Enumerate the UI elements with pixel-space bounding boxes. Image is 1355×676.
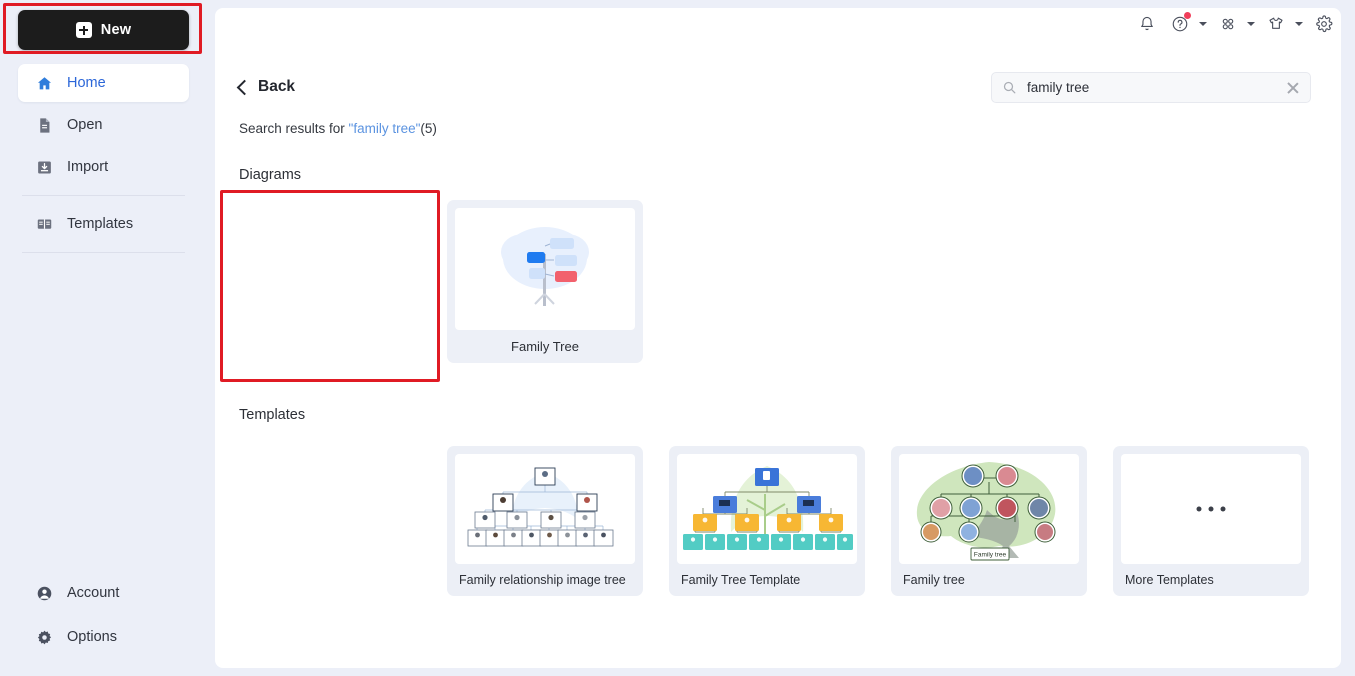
notification-bell-button[interactable] (1132, 10, 1162, 38)
new-button-container: New (0, 0, 207, 50)
sidebar-item-templates[interactable]: Templates (18, 205, 189, 243)
template-card-more-templates[interactable]: More Templates (1113, 446, 1309, 596)
template-card-family-tree-template[interactable]: Family Tree Template (669, 446, 865, 596)
gear-icon (36, 629, 53, 646)
template-card-label: Family relationship image tree (459, 573, 626, 587)
ellipsis-icon (1196, 506, 1226, 512)
sidebar-bottom-nav: Account Options (0, 574, 207, 676)
theme-button[interactable] (1261, 10, 1291, 38)
chevron-down-icon[interactable] (1199, 22, 1207, 26)
color-org-tree-icon (683, 466, 853, 550)
help-button[interactable] (1165, 10, 1195, 38)
content-panel: Back Search results for "family tree"(5)… (215, 8, 1341, 668)
bell-icon (1138, 15, 1156, 33)
template-card-label: Family tree (903, 573, 965, 587)
template-thumbnail (455, 454, 635, 564)
apps-grid-button[interactable] (1213, 10, 1243, 38)
settings-button[interactable] (1309, 10, 1339, 38)
apps-grid-icon (1219, 15, 1237, 33)
sidebar-item-home[interactable]: Home (18, 64, 189, 102)
main-area: Back Search results for "family tree"(5)… (207, 0, 1355, 676)
diagram-card-label: Family Tree (511, 339, 579, 354)
sidebar-divider (22, 252, 185, 253)
chevron-down-icon[interactable] (1295, 22, 1303, 26)
sidebar-item-account[interactable]: Account (18, 574, 189, 612)
new-button[interactable]: New (18, 10, 189, 50)
sidebar-item-label: Home (67, 75, 106, 91)
search-results-view: Back Search results for "family tree"(5)… (215, 8, 1341, 668)
templates-icon (36, 216, 53, 233)
template-thumbnail (1121, 454, 1301, 564)
chevron-down-icon[interactable] (1247, 22, 1255, 26)
sidebar: New Home Open Import Templates Account O… (0, 0, 207, 676)
portrait-org-tree-icon (467, 467, 614, 547)
sidebar-item-import[interactable]: Import (18, 148, 189, 186)
sidebar-item-open[interactable]: Open (18, 106, 189, 144)
template-card-family-relationship-image-tree[interactable]: Family relationship image tree (447, 446, 643, 596)
section-title-templates: Templates (239, 407, 306, 423)
new-button-label: New (100, 22, 132, 38)
diagram-thumbnail (455, 208, 635, 330)
home-icon (36, 75, 53, 92)
topbar-icons (1132, 10, 1339, 38)
notification-dot-icon (1184, 12, 1191, 19)
theme-shirt-icon (1267, 15, 1285, 33)
template-thumbnail: Family tree (899, 454, 1079, 564)
template-card-label: More Templates (1125, 573, 1214, 587)
template-thumbnail (677, 454, 857, 564)
document-icon (36, 117, 53, 134)
results-prefix: Search results for (239, 121, 349, 136)
sidebar-item-label: Import (67, 159, 109, 175)
search-box[interactable] (991, 72, 1311, 103)
svg-text:Family tree: Family tree (974, 552, 1007, 559)
sidebar-item-label: Open (67, 117, 103, 133)
import-icon (36, 159, 53, 176)
account-icon (36, 585, 53, 602)
sidebar-nav: Home Open Import Templates (0, 64, 207, 262)
chevron-left-icon (236, 79, 253, 95)
section-title-diagrams: Diagrams (239, 167, 302, 183)
sidebar-item-options[interactable]: Options (18, 618, 189, 656)
close-icon[interactable] (1286, 81, 1300, 95)
back-button[interactable]: Back (236, 78, 296, 96)
family-tree-outline-icon (501, 227, 589, 306)
diagram-card-family-tree[interactable]: Family Tree (447, 200, 643, 363)
sidebar-item-label: Options (67, 629, 117, 645)
avatar-green-tree-icon: Family tree (916, 462, 1056, 561)
gear-icon (1315, 15, 1333, 33)
template-card-label: Family Tree Template (681, 573, 801, 587)
app-window: New Home Open Import Templates Account O… (0, 0, 1355, 676)
sidebar-divider (22, 195, 185, 196)
search-icon (1002, 80, 1017, 95)
sidebar-item-label: Account (67, 585, 120, 601)
results-query: "family tree" (348, 121, 421, 136)
plus-square-icon (75, 22, 92, 38)
results-count: (5) (420, 121, 437, 136)
sidebar-item-label: Templates (67, 216, 134, 232)
back-button-label: Back (258, 78, 296, 95)
search-results-summary: Search results for "family tree"(5) (239, 121, 437, 136)
search-input[interactable] (1027, 80, 1276, 95)
template-card-family-tree[interactable]: Family tree Family tree (891, 446, 1087, 596)
